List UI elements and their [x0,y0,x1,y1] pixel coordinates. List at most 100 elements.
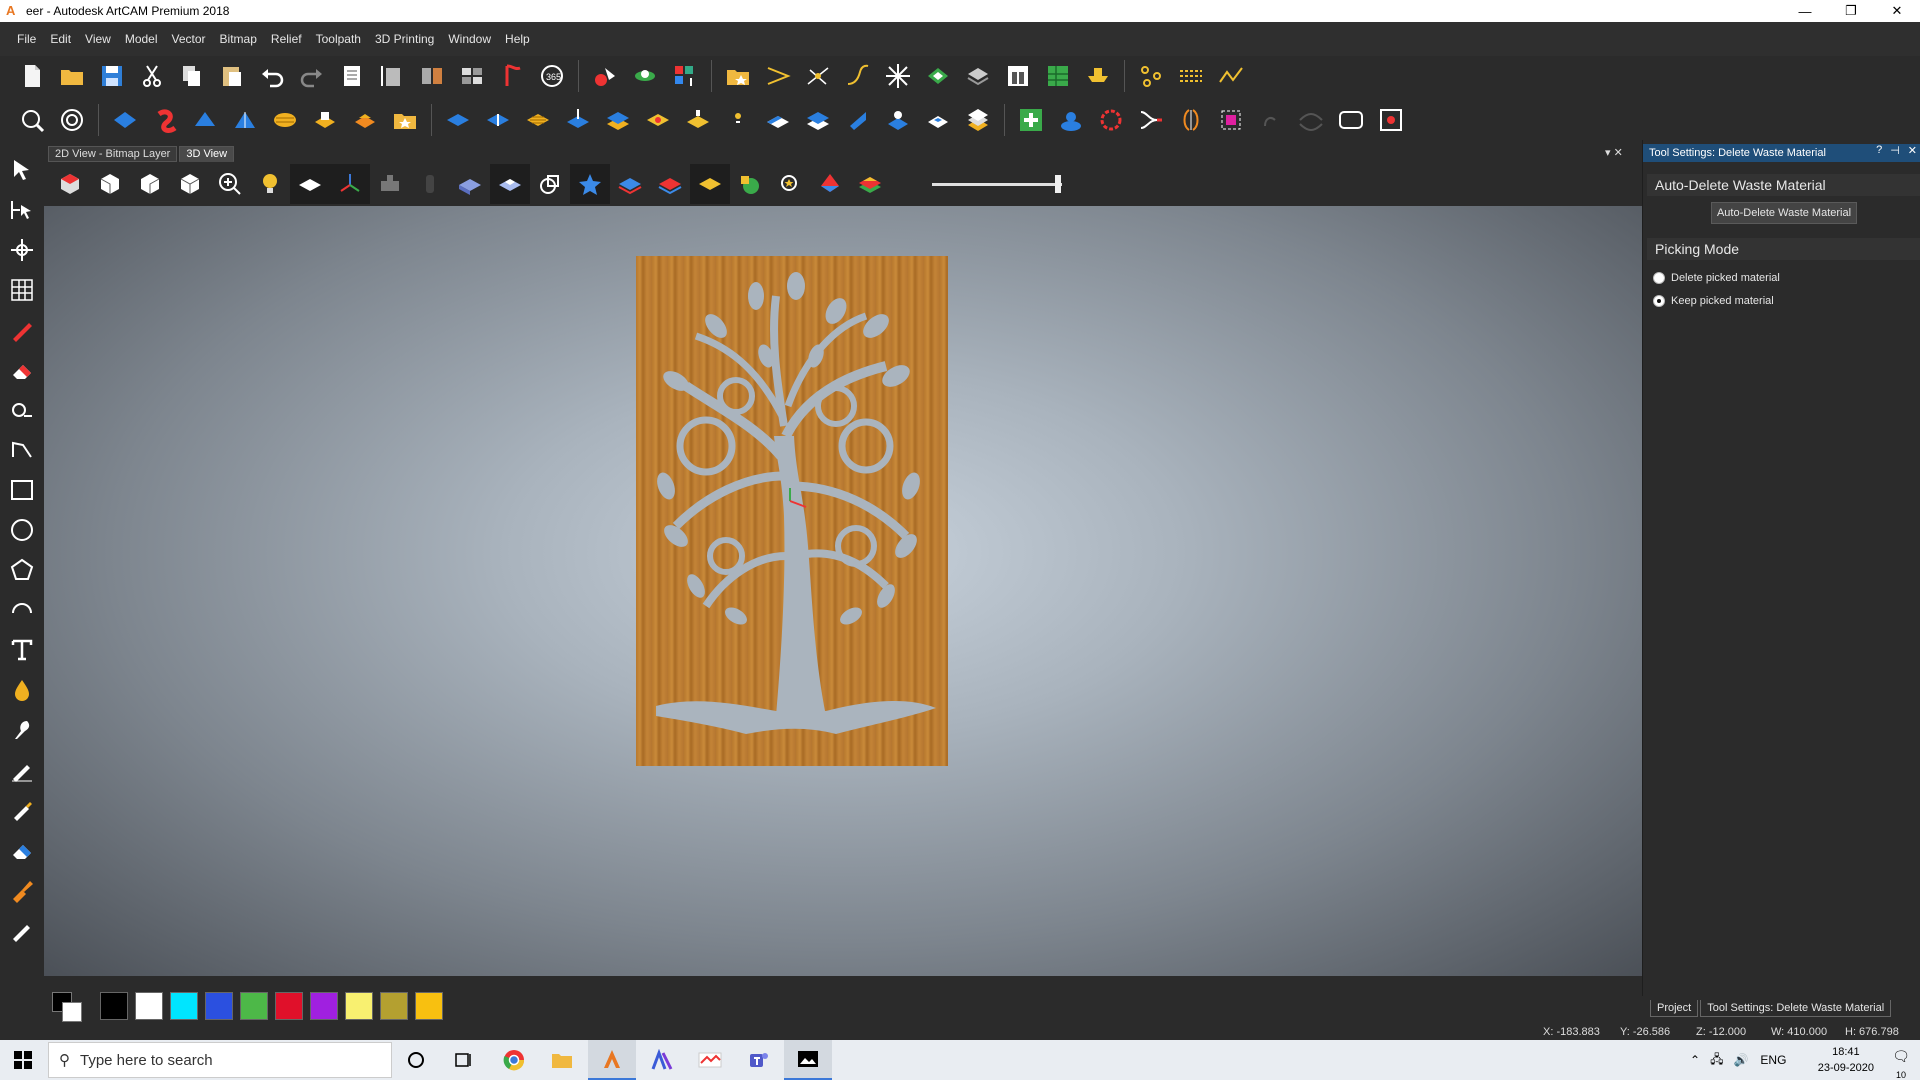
menu-model[interactable]: Model [118,32,165,46]
selection-button[interactable] [1211,100,1251,140]
split-relief-button[interactable] [478,100,518,140]
reset-button[interactable] [918,100,958,140]
relief-clipart-button[interactable] [345,100,385,140]
relief-view-button[interactable] [52,100,92,140]
view-front-button[interactable] [90,164,130,204]
app-red-button[interactable] [686,1040,734,1080]
teams-button[interactable] [735,1040,783,1080]
view-top-button[interactable] [170,164,210,204]
menu-bitmap[interactable]: Bitmap [213,32,264,46]
tray-expand-icon[interactable]: ⌃ [1690,1053,1700,1067]
zoom-extents-button[interactable] [12,100,52,140]
disabled-tool-1-button[interactable] [1251,100,1291,140]
search-star-button[interactable] [770,164,810,204]
vector-tool-button[interactable] [758,56,798,96]
polyline-button[interactable] [1211,56,1251,96]
open-file-button[interactable] [52,56,92,96]
paint-tool[interactable] [0,870,44,910]
node-edit-button[interactable] [798,56,838,96]
photos-button[interactable] [784,1040,832,1080]
import-button[interactable] [718,56,758,96]
3d-viewport[interactable] [44,206,1642,976]
node-select-tool[interactable] [0,190,44,230]
paste-button[interactable] [212,56,252,96]
wireframe-button[interactable] [530,164,570,204]
radio-delete-picked[interactable] [1653,272,1665,284]
option-keep-picked[interactable]: Keep picked material [1653,295,1774,307]
scale-relief-button[interactable] [878,100,918,140]
network-icon[interactable]: 🖧 [1710,1050,1723,1071]
star-vector-button[interactable] [878,56,918,96]
show-plane-button[interactable] [290,164,330,204]
show-cylinder-button[interactable] [410,164,450,204]
clock[interactable]: 18:41 23-09-2020 [1818,1044,1874,1076]
text-tool[interactable] [0,630,44,670]
swatch-purple[interactable] [310,992,338,1020]
blue-layer-button[interactable] [610,164,650,204]
view-iso-red-button[interactable] [50,164,90,204]
rectangle-tool[interactable] [0,470,44,510]
file-explorer-button[interactable] [538,1040,586,1080]
panel-close-x-button[interactable]: ✕ [1614,147,1623,159]
stack-button[interactable] [958,56,998,96]
rounded-rect-button[interactable] [1331,100,1371,140]
swatch-cyan[interactable] [170,992,198,1020]
yellow-dish-button[interactable] [1078,56,1118,96]
colour-relief-button[interactable] [810,164,850,204]
polygon-tool[interactable] [0,550,44,590]
transparency-slider-thumb[interactable] [1055,175,1061,193]
extrude-relief-button[interactable] [305,100,345,140]
swatch-gold[interactable] [415,992,443,1020]
drop-tool[interactable] [0,670,44,710]
option-delete-picked[interactable]: Delete picked material [1653,272,1780,284]
taskbar-search[interactable]: ⚲ Type here to search [48,1042,392,1078]
weave-button[interactable] [225,100,265,140]
restore-button[interactable]: ❐ [1828,0,1874,22]
swatch-light-yellow[interactable] [345,992,373,1020]
show-axes-button[interactable] [330,164,370,204]
fade-button[interactable] [758,100,798,140]
tab-3d-view[interactable]: 3D View [179,146,235,162]
arc-tool[interactable] [0,590,44,630]
swatch-red[interactable] [275,992,303,1020]
pen-tool[interactable] [0,310,44,350]
radio-keep-picked[interactable] [1653,295,1665,307]
star-relief-button[interactable] [570,164,610,204]
menu-file[interactable]: File [10,32,43,46]
twist-button[interactable] [145,100,185,140]
extrude-button[interactable] [625,56,665,96]
view-side-button[interactable] [130,164,170,204]
material-block-button[interactable] [490,164,530,204]
red-layer-button[interactable] [650,164,690,204]
shape-editor-button[interactable] [585,56,625,96]
menu-vector[interactable]: Vector [165,32,213,46]
transparency-slider-track[interactable] [932,183,1062,186]
menu-view[interactable]: View [78,32,118,46]
menu-window[interactable]: Window [441,32,498,46]
background-colour[interactable] [62,1002,82,1022]
help-button[interactable]: ? [1876,144,1882,157]
language-indicator[interactable]: ENG [1760,1053,1786,1067]
circle-tool[interactable] [0,510,44,550]
swatch-white[interactable] [135,992,163,1020]
green-shape-button[interactable] [730,164,770,204]
menu-toolpath[interactable]: Toolpath [309,32,368,46]
multi-colour-button[interactable] [850,164,890,204]
swatch-olive[interactable] [380,992,408,1020]
set-origin-button[interactable] [492,56,532,96]
polyline-tool[interactable] [0,430,44,470]
add-relief-button[interactable] [1011,100,1051,140]
layer-stack-button[interactable] [598,100,638,140]
mirror-relief-button[interactable] [1171,100,1211,140]
show-tool-button[interactable] [370,164,410,204]
yellow-layer-button[interactable] [690,164,730,204]
stripes-button[interactable] [518,100,558,140]
mirror-button[interactable] [412,56,452,96]
offset-button[interactable] [678,100,718,140]
undo-button[interactable] [252,56,292,96]
flat-relief-button[interactable] [438,100,478,140]
foreground-background-colours[interactable] [48,988,92,1024]
tile-button[interactable] [452,56,492,96]
panel-dropdown-button[interactable]: ▾ [1605,147,1611,159]
task-view-button[interactable] [440,1040,488,1080]
